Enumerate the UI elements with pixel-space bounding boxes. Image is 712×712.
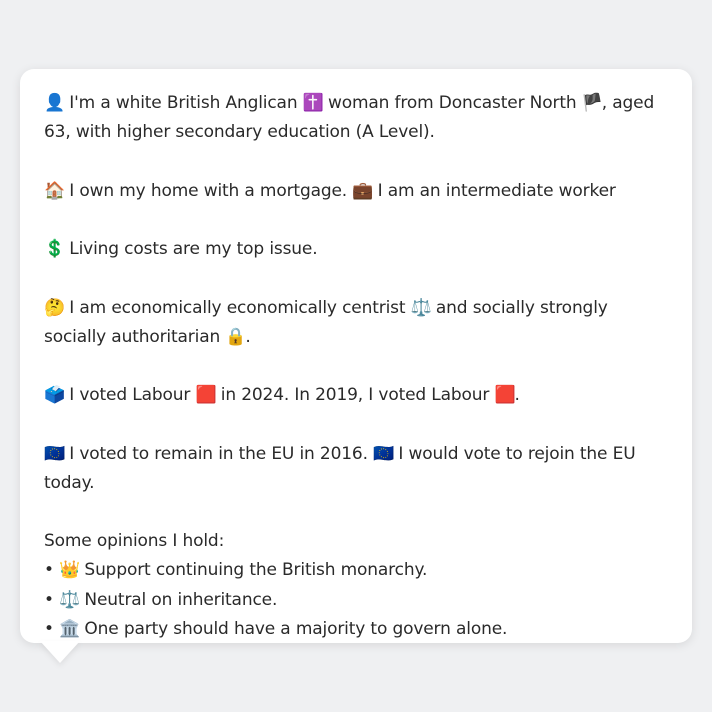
issue-text: Living costs are my top issue. <box>69 239 318 259</box>
crown-icon: 👑 <box>59 560 81 581</box>
dollar-icon: 💲 <box>44 239 66 259</box>
england-flag-icon: 🏴 <box>581 93 603 113</box>
house-icon: 🏠 <box>44 180 66 201</box>
person-icon: 👤 <box>44 93 66 113</box>
speech-bubble-tail <box>40 641 80 663</box>
eu-flag-icon: 🇪🇺 <box>44 443 66 464</box>
housing-paragraph: 🏠 I own my home with a mortgage. 💼 I am … <box>44 177 668 206</box>
balance-scale-icon: ⚖️ <box>410 297 432 318</box>
ballot-box-icon: 🗳️ <box>44 385 66 405</box>
balance-scale-icon: ⚖️ <box>59 589 81 610</box>
red-square-icon: 🟥 <box>195 385 217 405</box>
persona-card: 👤 I'm a white British Anglican ✝️ woman … <box>20 69 692 643</box>
opinions-section: Some opinions I hold: • 👑 Support contin… <box>44 527 668 644</box>
eu-text-a: I voted to remain in the EU in 2016. <box>69 443 368 464</box>
identity-text-b: woman from Doncaster North <box>327 93 577 113</box>
classical-building-icon: 🏛️ <box>59 618 81 639</box>
bullet: • <box>44 618 54 639</box>
ideology-text-c: . <box>245 326 251 347</box>
eu-flag-icon: 🇪🇺 <box>373 443 395 464</box>
opinion-text: Neutral on inheritance. <box>84 589 278 610</box>
opinion-text: One party should have a majority to gove… <box>84 618 508 639</box>
lock-icon: 🔒 <box>225 326 247 347</box>
list-item: • 👑 Support continuing the British monar… <box>44 556 668 585</box>
housing-text-b: I am an intermediate worker <box>377 180 616 201</box>
votes-text-b: in 2024. In 2019, I voted Labour <box>220 385 490 405</box>
red-square-icon: 🟥 <box>494 385 516 405</box>
ideology-paragraph: 🤔 I am economically economically centris… <box>44 294 668 352</box>
opinion-text: Support continuing the British monarchy. <box>84 560 428 581</box>
bullet: • <box>44 560 54 581</box>
thinking-face-icon: 🤔 <box>44 297 66 318</box>
votes-text-a: I voted Labour <box>69 385 191 405</box>
identity-paragraph: 👤 I'm a white British Anglican ✝️ woman … <box>44 89 668 147</box>
eu-paragraph: 🇪🇺 I voted to remain in the EU in 2016. … <box>44 440 668 498</box>
list-item: • ⚖️ Neutral on inheritance. <box>44 586 668 615</box>
bullet: • <box>44 589 54 610</box>
briefcase-icon: 💼 <box>352 180 374 201</box>
votes-text-c: . <box>514 385 520 405</box>
opinions-heading: Some opinions I hold: <box>44 531 225 551</box>
housing-text-a: I own my home with a mortgage. <box>69 180 348 201</box>
votes-paragraph: 🗳️ I voted Labour 🟥 in 2024. In 2019, I … <box>44 381 668 410</box>
list-item: • 🏛️ One party should have a majority to… <box>44 615 668 644</box>
issue-paragraph: 💲 Living costs are my top issue. <box>44 235 668 264</box>
identity-text-a: I'm a white British Anglican <box>69 93 298 113</box>
cross-icon: ✝️ <box>302 93 324 113</box>
ideology-text-a: I am economically economically centrist <box>69 297 406 318</box>
